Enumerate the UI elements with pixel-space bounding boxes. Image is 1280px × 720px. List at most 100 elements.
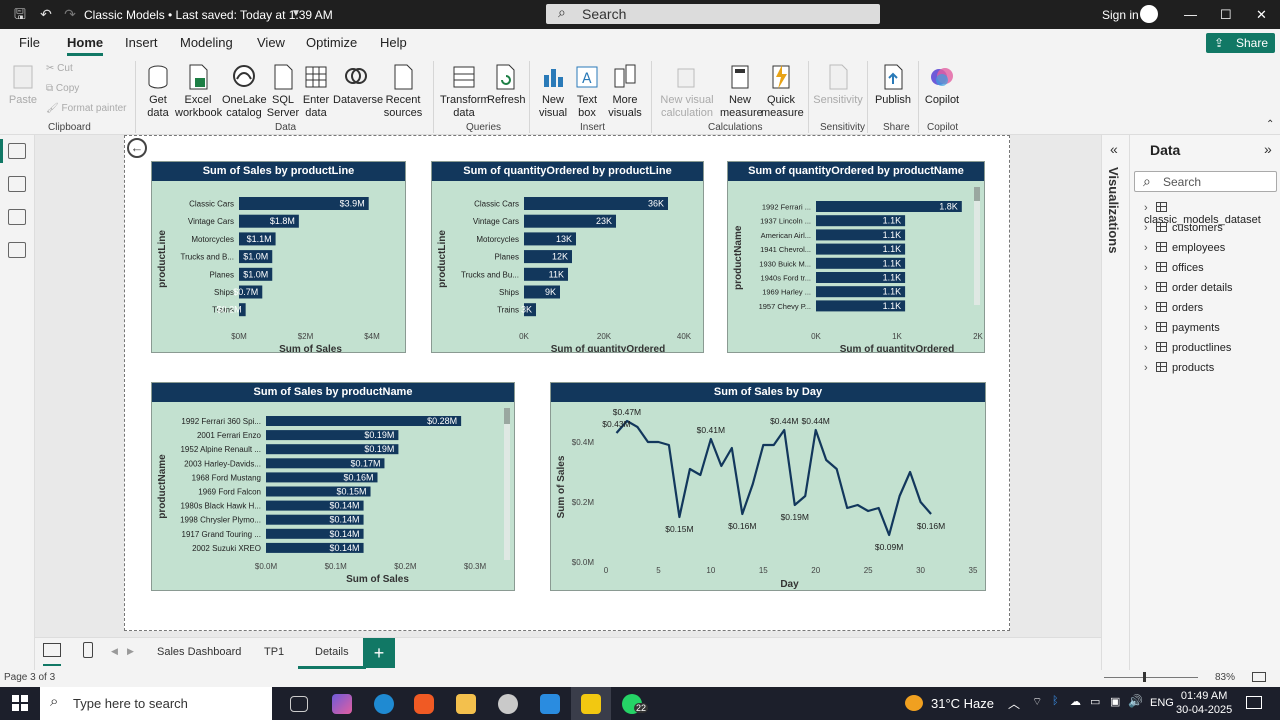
visualizations-collapsed[interactable]: « Visualizations <box>1102 135 1130 670</box>
minimize-icon[interactable]: — <box>1184 7 1197 22</box>
chevron-right-icon[interactable]: › <box>1144 282 1156 294</box>
tab-sales-dashboard[interactable]: Sales Dashboard <box>157 646 241 658</box>
undo-icon[interactable]: ↶ <box>38 6 54 22</box>
report-page[interactable]: ← Sum of Sales by productLine Classic Ca… <box>124 135 1010 631</box>
publish-button[interactable]: Publish <box>872 63 914 107</box>
get-data-button[interactable]: Get data <box>140 63 176 120</box>
redo-icon[interactable]: ↷ <box>62 6 78 22</box>
brave-icon[interactable] <box>414 694 434 714</box>
recent-sources-button[interactable]: Recent sources <box>380 63 426 120</box>
app-icon[interactable] <box>498 694 518 714</box>
onedrive-icon[interactable]: ☁ <box>1070 695 1081 708</box>
tab-tp1[interactable]: TP1 <box>264 646 284 658</box>
close-icon[interactable]: ✕ <box>1256 7 1267 23</box>
clock[interactable]: 01:49 AM 30-04-2025 <box>1176 689 1232 717</box>
model-view-icon[interactable] <box>8 209 26 225</box>
paste-button[interactable]: Paste <box>8 63 38 107</box>
collapse-data-pane-icon[interactable]: » <box>1264 141 1272 157</box>
chevron-right-icon[interactable]: › <box>1144 342 1156 354</box>
table-item[interactable]: › customers <box>1144 222 1223 234</box>
onelake-catalog-button[interactable]: OneLake catalog <box>222 63 267 120</box>
chevron-right-icon[interactable]: › <box>1144 362 1156 374</box>
more-visuals-button[interactable]: More visuals <box>604 63 646 120</box>
enter-data-button[interactable]: Enter data <box>300 63 332 120</box>
menu-modeling[interactable]: Modeling <box>180 35 233 50</box>
chart-sales-by-day[interactable]: Sum of Sales by Day $0.0M $0.2M $0.4M 0 5 10 1… <box>550 382 986 591</box>
chevron-right-icon[interactable]: › <box>1144 202 1156 214</box>
menu-optimize[interactable]: Optimize <box>306 35 357 50</box>
table-item[interactable]: › productlines <box>1144 342 1231 354</box>
language-indicator[interactable]: ENG <box>1150 697 1174 709</box>
sensitivity-button[interactable]: Sensitivity <box>812 63 864 107</box>
share-button[interactable]: ⇪ Share <box>1206 33 1275 53</box>
report-view-icon[interactable] <box>8 143 26 159</box>
chart-sales-by-productline[interactable]: Sum of Sales by productLine Classic Cars… <box>151 161 406 353</box>
chart-sales-by-productname[interactable]: Sum of Sales by productName 1992 Ferrari… <box>151 382 515 591</box>
copilot-taskbar-icon[interactable] <box>332 694 352 714</box>
desktop-layout-icon[interactable] <box>43 643 61 657</box>
new-measure-button[interactable]: New measure <box>720 63 763 120</box>
file-explorer-icon[interactable] <box>456 694 476 714</box>
chevron-right-icon[interactable]: › <box>1144 222 1156 234</box>
table-item[interactable]: › orders <box>1144 302 1203 314</box>
zoom-slider-handle[interactable] <box>1143 672 1146 682</box>
sql-server-button[interactable]: SQL Server <box>266 63 300 120</box>
add-page-button[interactable]: + <box>363 638 395 668</box>
table-item[interactable]: › employees <box>1144 242 1225 254</box>
chart-quantity-by-productname[interactable]: Sum of quantityOrdered by productName 19… <box>727 161 985 353</box>
transform-data-button[interactable]: Transform data <box>440 63 490 120</box>
copilot-button[interactable]: Copilot <box>922 63 962 107</box>
prev-page-icon[interactable]: ◀ <box>111 646 118 657</box>
chevron-right-icon[interactable]: › <box>1144 262 1156 274</box>
menu-view[interactable]: View <box>257 35 285 50</box>
battery-icon[interactable]: ▭ <box>1090 695 1100 708</box>
edge-icon[interactable] <box>374 694 394 714</box>
fit-to-page-icon[interactable] <box>1252 672 1266 682</box>
bluetooth-icon[interactable]: ᛒ <box>1052 695 1059 707</box>
copy-button[interactable]: ⧉ Copy <box>46 83 79 94</box>
cut-button[interactable]: ✂ Cut <box>46 63 73 74</box>
maximize-icon[interactable]: ☐ <box>1220 7 1232 23</box>
table-item[interactable]: › order details <box>1144 282 1233 294</box>
back-arrow-icon[interactable]: ← <box>127 138 147 158</box>
collapse-ribbon-icon[interactable]: ⌃ <box>1266 119 1274 130</box>
notifications-icon[interactable] <box>1246 696 1262 709</box>
refresh-button[interactable]: Refresh <box>487 63 526 107</box>
menu-insert[interactable]: Insert <box>125 35 158 50</box>
sign-in-link[interactable]: Sign in <box>1102 8 1139 22</box>
chevron-right-icon[interactable]: › <box>1144 322 1156 334</box>
dax-query-view-icon[interactable] <box>8 242 26 258</box>
table-item[interactable]: › products <box>1144 362 1214 374</box>
data-search-input[interactable]: ⌕ Search <box>1134 171 1277 192</box>
network-icon[interactable]: ⌔ <box>1032 695 1042 709</box>
menu-home[interactable]: Home <box>67 35 104 56</box>
avatar[interactable] <box>1140 5 1158 23</box>
excel-workbook-button[interactable]: Excel workbook <box>175 63 222 120</box>
table-item[interactable]: › payments <box>1144 322 1220 334</box>
task-view-icon[interactable] <box>290 696 308 712</box>
menu-file[interactable]: File <box>19 35 40 50</box>
new-visual-button[interactable]: New visual <box>536 63 570 120</box>
save-icon[interactable]: 🖫 <box>12 6 28 22</box>
chevron-right-icon[interactable]: › <box>1144 242 1156 254</box>
weather-text[interactable]: 31°C Haze <box>931 696 994 711</box>
windows-start-icon[interactable] <box>12 695 28 711</box>
dataverse-button[interactable]: Dataverse <box>333 63 383 107</box>
chevron-up-icon[interactable]: ︿ <box>1008 695 1020 712</box>
quick-measure-button[interactable]: Quick measure <box>761 63 804 120</box>
text-box-button[interactable]: A Text box <box>571 63 603 120</box>
vscode-icon[interactable] <box>540 694 560 714</box>
chevron-right-icon[interactable]: › <box>1144 302 1156 314</box>
zoom-slider[interactable] <box>1104 677 1198 678</box>
format-painter-button[interactable]: 🖌 Format painter <box>46 103 127 114</box>
table-item[interactable]: › offices <box>1144 262 1204 274</box>
menu-help[interactable]: Help <box>380 35 407 50</box>
next-page-icon[interactable]: ▶ <box>127 646 134 657</box>
display-icon[interactable]: ▣ <box>1110 695 1120 708</box>
table-view-icon[interactable] <box>8 176 26 192</box>
mobile-layout-icon[interactable] <box>83 642 93 658</box>
chart-quantity-by-productline[interactable]: Sum of quantityOrdered by productLine Cl… <box>431 161 704 353</box>
taskbar-search-box[interactable]: ⌕ Type here to search <box>40 687 272 720</box>
power-bi-icon[interactable] <box>581 694 601 714</box>
expand-visualizations-icon[interactable]: « <box>1110 141 1118 157</box>
